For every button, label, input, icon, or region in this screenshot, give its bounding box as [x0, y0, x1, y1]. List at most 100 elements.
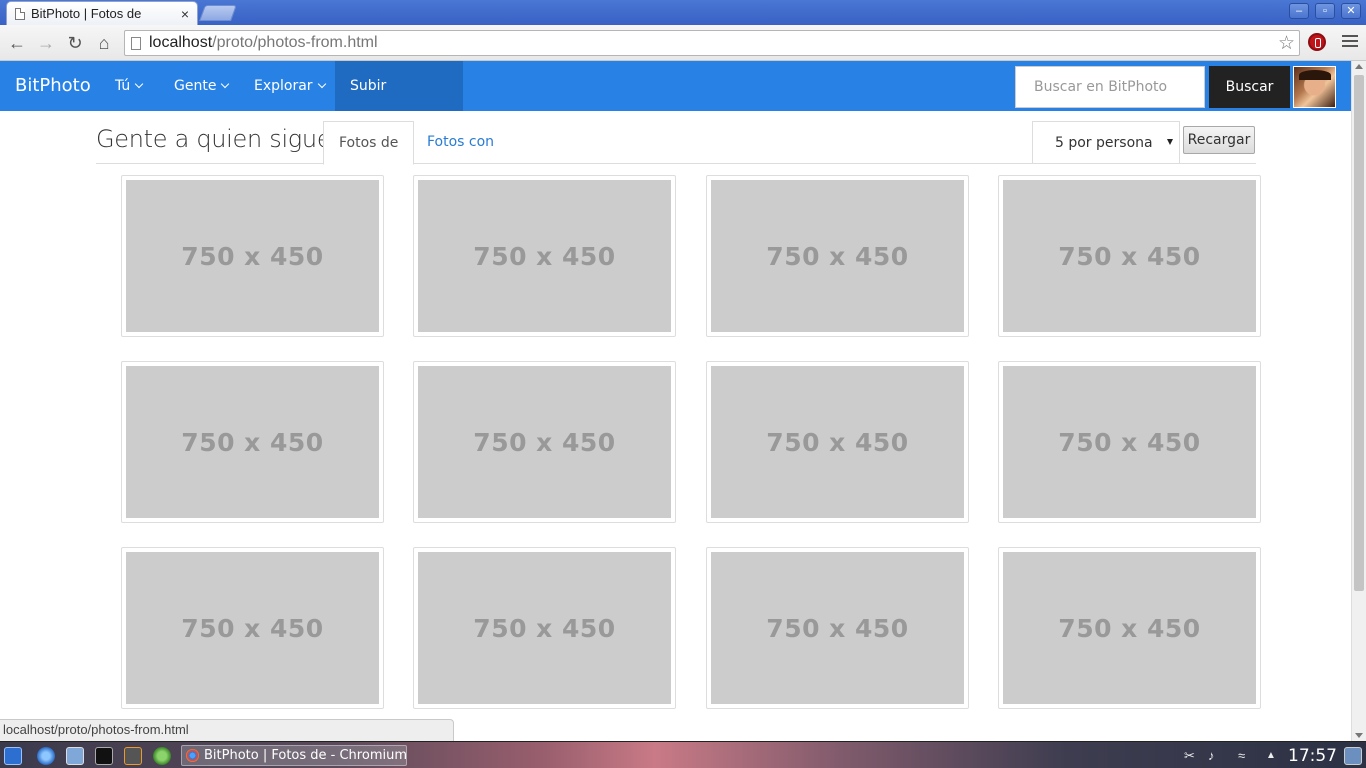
reload-button[interactable]: Recargar — [1183, 126, 1255, 154]
browser-tabstrip: BitPhoto | Fotos de × – ▫ ✕ — [0, 0, 1366, 25]
chevron-down-icon — [317, 79, 326, 89]
photo-placeholder-label: 750 x 450 — [473, 241, 616, 271]
maximize-button[interactable]: ▫ — [1315, 3, 1335, 19]
photo-placeholder-label: 750 x 450 — [1058, 241, 1201, 271]
photo-thumbnail[interactable]: 750 x 450 — [998, 361, 1261, 523]
photo-placeholder: 750 x 450 — [1003, 366, 1256, 518]
new-tab-button[interactable] — [199, 5, 237, 21]
photo-placeholder: 750 x 450 — [711, 366, 964, 518]
file-manager-icon[interactable] — [66, 747, 84, 765]
page-icon — [131, 36, 141, 50]
url-path: /proto/photos-from.html — [212, 34, 378, 51]
photo-placeholder-label: 750 x 450 — [766, 241, 909, 271]
photo-thumbnail[interactable]: 750 x 450 — [706, 361, 969, 523]
brand-logo[interactable]: BitPhoto — [15, 75, 91, 96]
nav-item-gente[interactable]: Gente — [159, 61, 243, 111]
nav-item-tu[interactable]: Tú — [100, 61, 157, 111]
browser-menu-icon[interactable] — [1342, 35, 1358, 49]
back-arrow-icon[interactable]: ← — [6, 32, 28, 54]
extension-icon[interactable] — [1308, 33, 1326, 51]
taskbar-task-chromium[interactable]: BitPhoto | Fotos de - Chromium — [181, 745, 407, 766]
dropdown-arrow-icon — [1167, 139, 1173, 145]
url-host: localhost — [149, 34, 213, 51]
scroll-up-arrow-icon[interactable] — [1355, 64, 1363, 69]
search-input[interactable]: Buscar en BitPhoto — [1015, 66, 1205, 108]
nav-item-subir-imagenes[interactable]: Subir Imágenes — [335, 61, 463, 144]
photo-thumbnail[interactable]: 750 x 450 — [121, 361, 384, 523]
scrollbar-thumb[interactable] — [1354, 75, 1364, 591]
page-header: Gente a quien sigues Fotos de Fotos con … — [96, 121, 1256, 165]
photo-placeholder: 750 x 450 — [1003, 180, 1256, 332]
tray-expand-icon[interactable]: ▲ — [1266, 749, 1276, 763]
wifi-icon[interactable]: ≈ — [1238, 749, 1245, 763]
reload-icon[interactable]: ↻ — [64, 32, 86, 54]
photo-thumbnail[interactable]: 750 x 450 — [706, 175, 969, 337]
chevron-down-icon — [221, 79, 230, 89]
photo-placeholder-label: 750 x 450 — [473, 427, 616, 457]
site-navbar: BitPhoto Tú Gente Explorar Subir Imágene… — [0, 61, 1351, 144]
scissors-icon[interactable]: ✂ — [1184, 749, 1195, 763]
sublime-text-icon[interactable] — [124, 747, 142, 765]
chevron-down-icon — [135, 79, 144, 89]
page-title: Gente a quien sigues — [96, 125, 344, 153]
nav-label: Gente — [174, 78, 217, 94]
photo-thumbnail[interactable]: 750 x 450 — [121, 547, 384, 709]
photo-thumbnail[interactable]: 750 x 450 — [413, 361, 676, 523]
kde-start-menu-icon[interactable] — [4, 747, 22, 765]
nav-label: Tú — [115, 78, 131, 94]
taskbar-task-label: BitPhoto | Fotos de - Chromium — [204, 748, 407, 763]
bookmark-star-icon[interactable]: ☆ — [1278, 32, 1295, 55]
photo-placeholder: 750 x 450 — [711, 180, 964, 332]
photo-thumbnail[interactable]: 750 x 450 — [706, 547, 969, 709]
photo-placeholder: 750 x 450 — [418, 366, 671, 518]
minimize-button[interactable]: – — [1289, 3, 1309, 19]
browser-toolbar: ← → ↻ ⌂ localhost/proto/photos-from.html… — [0, 25, 1366, 61]
photo-thumbnail[interactable]: 750 x 450 — [998, 547, 1261, 709]
page-viewport: BitPhoto Tú Gente Explorar Subir Imágene… — [0, 61, 1351, 741]
home-icon[interactable]: ⌂ — [93, 32, 115, 54]
photo-placeholder: 750 x 450 — [711, 552, 964, 704]
per-person-value: 5 por persona — [1055, 135, 1153, 151]
photo-thumbnail[interactable]: 750 x 450 — [121, 175, 384, 337]
close-window-button[interactable]: ✕ — [1341, 3, 1361, 19]
forward-arrow-icon[interactable]: → — [35, 32, 57, 54]
show-desktop-icon[interactable] — [1344, 747, 1362, 765]
scroll-down-arrow-icon[interactable] — [1355, 733, 1363, 738]
photo-placeholder: 750 x 450 — [126, 180, 379, 332]
nav-item-explorar[interactable]: Explorar — [239, 61, 340, 111]
nav-label: Explorar — [254, 78, 313, 94]
play-icon[interactable] — [153, 747, 171, 765]
photo-placeholder-label: 750 x 450 — [1058, 427, 1201, 457]
photo-placeholder-label: 750 x 450 — [181, 241, 324, 271]
avatar[interactable] — [1293, 66, 1336, 108]
vertical-scrollbar[interactable] — [1351, 61, 1366, 741]
photo-placeholder-label: 750 x 450 — [181, 613, 324, 643]
photo-thumbnail[interactable]: 750 x 450 — [413, 175, 676, 337]
avatar-hat — [1299, 70, 1331, 80]
per-person-select[interactable]: 5 por persona — [1032, 121, 1180, 164]
tab-title: BitPhoto | Fotos de — [31, 6, 142, 21]
clock: 17:57 — [1288, 746, 1337, 766]
tab-fotos-con[interactable]: Fotos con — [412, 121, 509, 164]
globe-icon[interactable] — [37, 747, 55, 765]
page-icon — [15, 7, 25, 20]
photo-placeholder: 750 x 450 — [126, 552, 379, 704]
photo-placeholder-label: 750 x 450 — [1058, 613, 1201, 643]
photo-placeholder-label: 750 x 450 — [473, 613, 616, 643]
status-bar: localhost/proto/photos-from.html — [0, 719, 454, 741]
photo-thumbnail[interactable]: 750 x 450 — [998, 175, 1261, 337]
photo-placeholder: 750 x 450 — [418, 552, 671, 704]
photo-placeholder: 750 x 450 — [418, 180, 671, 332]
terminal-icon[interactable] — [95, 747, 113, 765]
tab-fotos-de[interactable]: Fotos de — [323, 121, 415, 165]
photo-placeholder-label: 750 x 450 — [766, 613, 909, 643]
browser-tab[interactable]: BitPhoto | Fotos de × — [6, 1, 198, 25]
photo-thumbnail[interactable]: 750 x 450 — [413, 547, 676, 709]
tab-close-icon[interactable]: × — [181, 6, 189, 22]
volume-icon[interactable]: ♪ — [1208, 749, 1215, 763]
search-button[interactable]: Buscar — [1209, 66, 1290, 108]
photo-placeholder: 750 x 450 — [126, 366, 379, 518]
chromium-icon — [186, 749, 199, 762]
photo-placeholder-label: 750 x 450 — [766, 427, 909, 457]
address-bar[interactable]: localhost/proto/photos-from.html ☆ — [124, 30, 1300, 56]
